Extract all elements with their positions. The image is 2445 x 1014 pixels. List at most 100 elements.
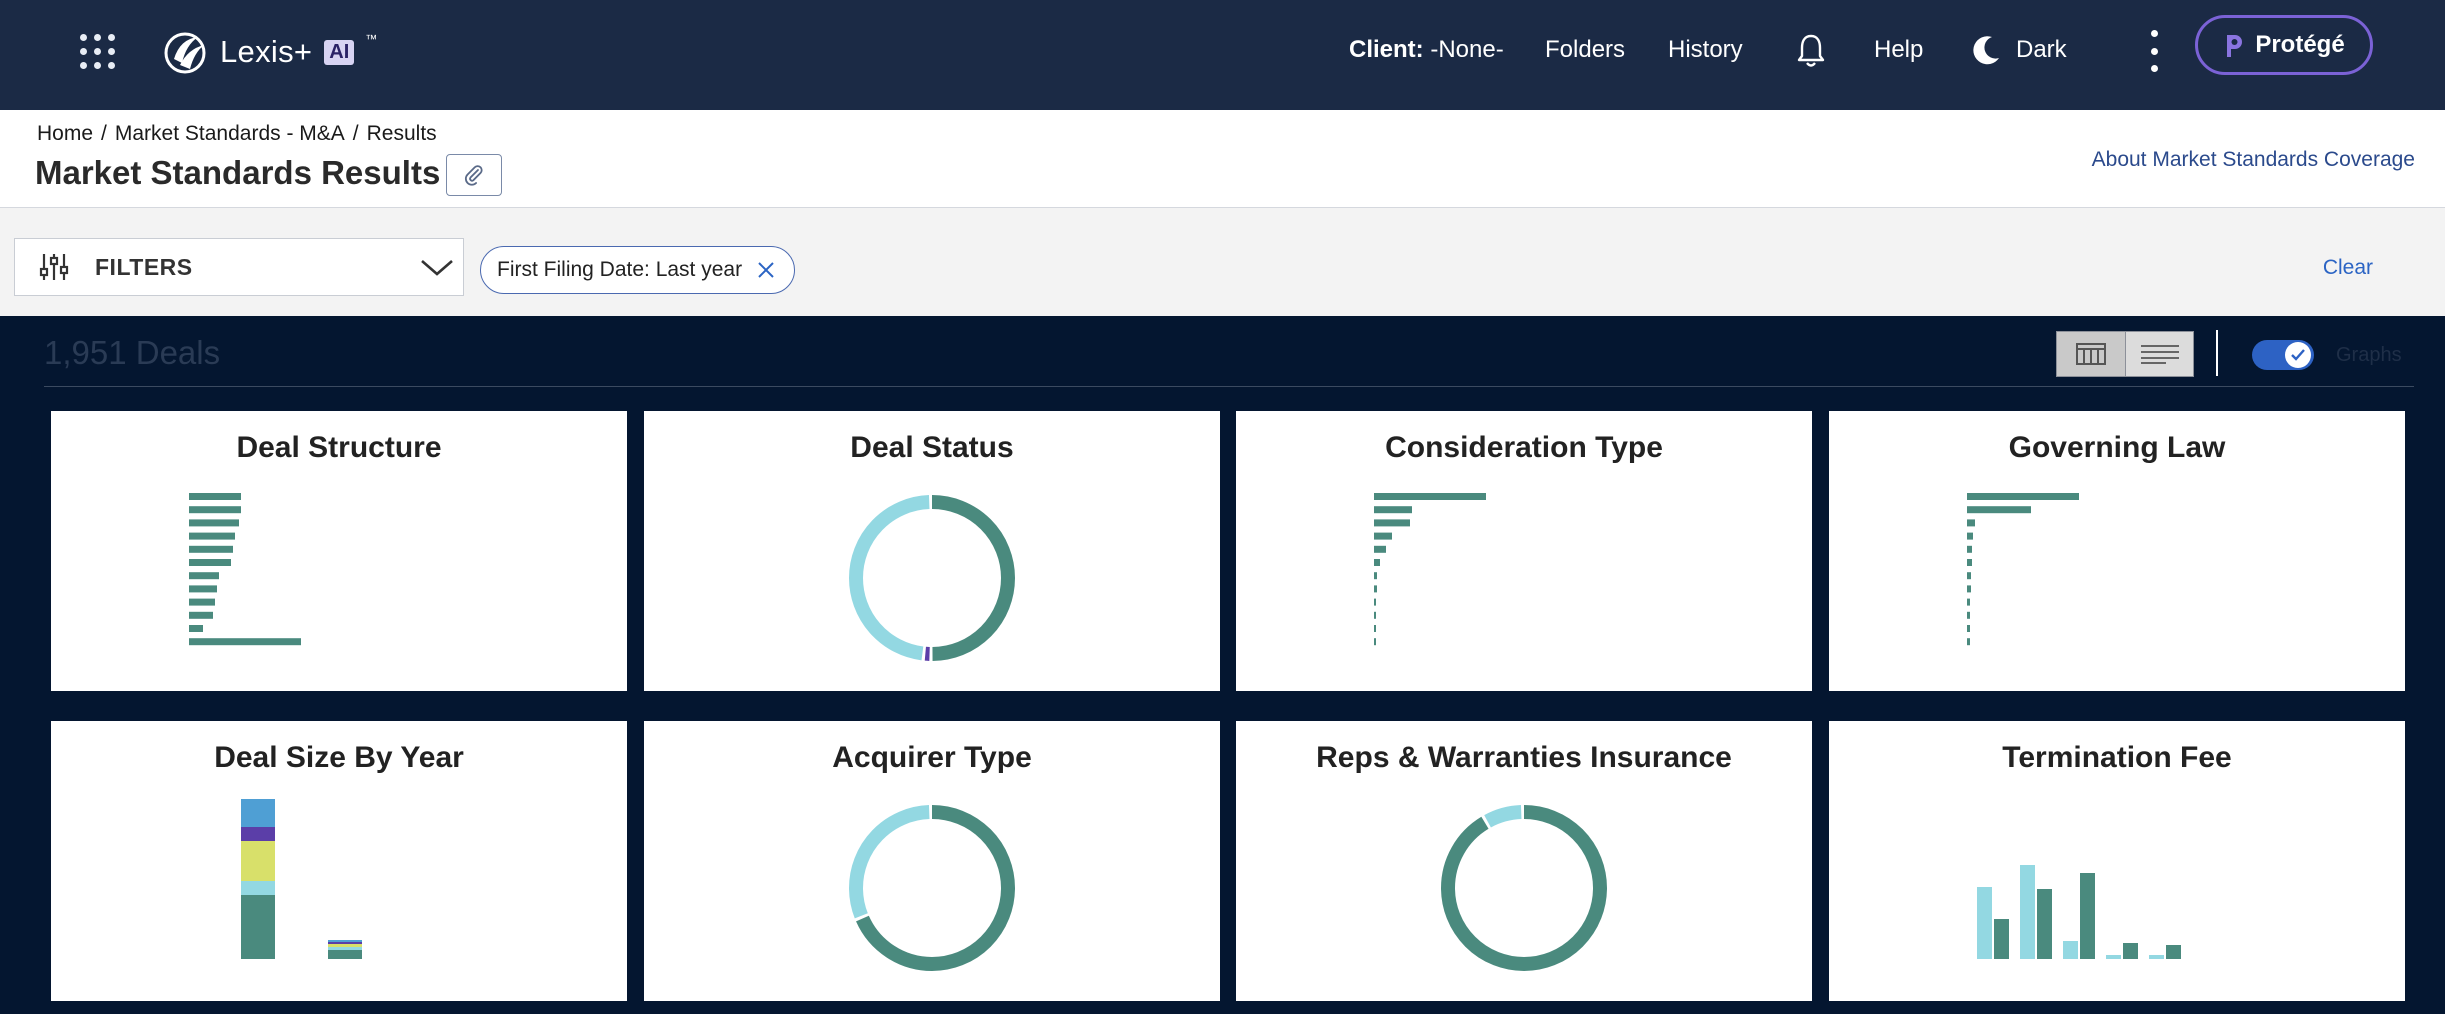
results-divider [44,386,2414,387]
bar [2080,873,2095,959]
protege-button[interactable]: Protégé [2195,15,2373,75]
bar [1374,638,1376,646]
grid-view-button[interactable] [2057,332,2125,376]
stacked-bar-segment [241,881,275,895]
breadcrumb: Home / Market Standards - M&A / Results [37,122,437,146]
bar [189,532,235,540]
brand-trademark: ™ [365,32,378,46]
bar [1967,559,1972,566]
stacked-bar-segment [241,841,275,881]
client-label: Client: [1349,36,1424,63]
bar [1374,532,1392,540]
bar [1967,585,1971,593]
filter-chip-first-filing-date: First Filing Date: Last year [480,246,796,294]
moon-icon[interactable] [1972,34,2002,66]
bar [189,493,241,500]
chevron-down-icon [421,260,453,276]
card-deal-status[interactable]: Deal Status [644,411,1220,691]
clear-filters-link[interactable]: Clear [2323,256,2373,280]
protege-icon [2227,35,2243,57]
bar [2063,941,2078,959]
bar [1967,572,1971,580]
termination-fee-chart [1977,865,2181,959]
card-reps-warranties-insurance[interactable]: Reps & Warranties Insurance [1236,721,1812,1001]
governing-law-chart [1967,493,2079,646]
donut-slice [1441,805,1607,971]
more-options-icon[interactable] [2146,30,2162,72]
card-governing-law[interactable]: Governing Law [1829,411,2405,691]
bar [1374,493,1486,500]
list-icon [2140,345,2179,364]
bar [1967,611,1970,619]
bar [2123,943,2138,959]
top-nav-bar: Lexis+ AI ™ Client: -None- Folders Histo… [0,0,2445,110]
bar [189,519,239,527]
deal-status-chart [849,495,1015,661]
bar [1374,625,1376,632]
card-termination-fee[interactable]: Termination Fee [1829,721,2405,1001]
bar [2106,955,2121,959]
sliders-icon [39,254,69,280]
bar [1967,598,1970,606]
bar [189,598,215,606]
nav-help[interactable]: Help [1874,36,1923,64]
attach-button[interactable] [446,154,502,196]
filters-dropdown[interactable]: FILTERS [14,238,464,296]
dark-mode-toggle[interactable]: Dark [2016,36,2067,64]
client-selector[interactable]: Client: -None- [1349,36,1504,64]
breadcrumb-market-standards[interactable]: Market Standards - M&A [115,122,345,146]
bar [1374,519,1410,527]
filters-label: FILTERS [95,253,193,280]
filter-bar: FILTERS First Filing Date: Last year Cle… [0,208,2445,316]
consideration-type-chart [1374,493,1486,646]
about-coverage-link[interactable]: About Market Standards Coverage [2092,148,2415,172]
card-deal-structure[interactable]: Deal Structure [51,411,627,691]
notifications-bell-icon[interactable] [1795,32,1827,70]
stacked-bar-segment [328,942,362,944]
check-icon [2291,349,2305,361]
bar [1374,572,1377,580]
page-header: Home / Market Standards - M&A / Results … [0,110,2445,208]
deal-structure-chart [189,493,301,646]
stacked-bar-segment [328,947,362,950]
brand-name: Lexis+ [220,34,313,69]
toolbar-divider [2216,330,2218,376]
bar [189,625,203,632]
bar [2020,865,2035,959]
nav-folders[interactable]: Folders [1545,36,1625,64]
bar [189,611,213,619]
card-acquirer-type[interactable]: Acquirer Type [644,721,1220,1001]
breadcrumb-separator: / [101,122,107,145]
bar [189,572,219,580]
client-value: -None- [1423,36,1504,63]
bar [1374,506,1412,514]
stacked-bar-segment [328,940,362,942]
card-consideration-type[interactable]: Consideration Type [1236,411,1812,691]
bar [1967,493,2079,500]
lexis-logo-icon [164,32,206,74]
remove-filter-icon[interactable] [756,260,776,280]
list-view-button[interactable] [2125,332,2193,376]
bar [2037,889,2052,959]
bar [2149,955,2164,959]
bar [1967,506,2031,514]
bar [1374,585,1377,593]
bar [1977,887,1992,959]
bar [189,545,233,553]
graphs-toggle[interactable] [2252,340,2314,370]
lexis-logo[interactable]: Lexis+ AI ™ [160,28,377,76]
nav-history[interactable]: History [1668,36,1743,64]
breadcrumb-home[interactable]: Home [37,122,93,146]
filter-chip-label: First Filing Date: Last year [497,258,743,281]
app-launcher-icon[interactable] [80,34,116,70]
bar [1374,598,1376,606]
stacked-bar-segment [328,950,362,959]
bar [1967,532,1973,540]
reps-warranties-insurance-chart [1441,805,1607,971]
protege-label: Protégé [2255,31,2345,58]
card-deal-size-by-year[interactable]: Deal Size By Year [51,721,627,1001]
stacked-bar-segment [241,827,275,841]
bar [189,585,217,593]
bar [1967,638,1970,646]
bar [1967,625,1970,632]
